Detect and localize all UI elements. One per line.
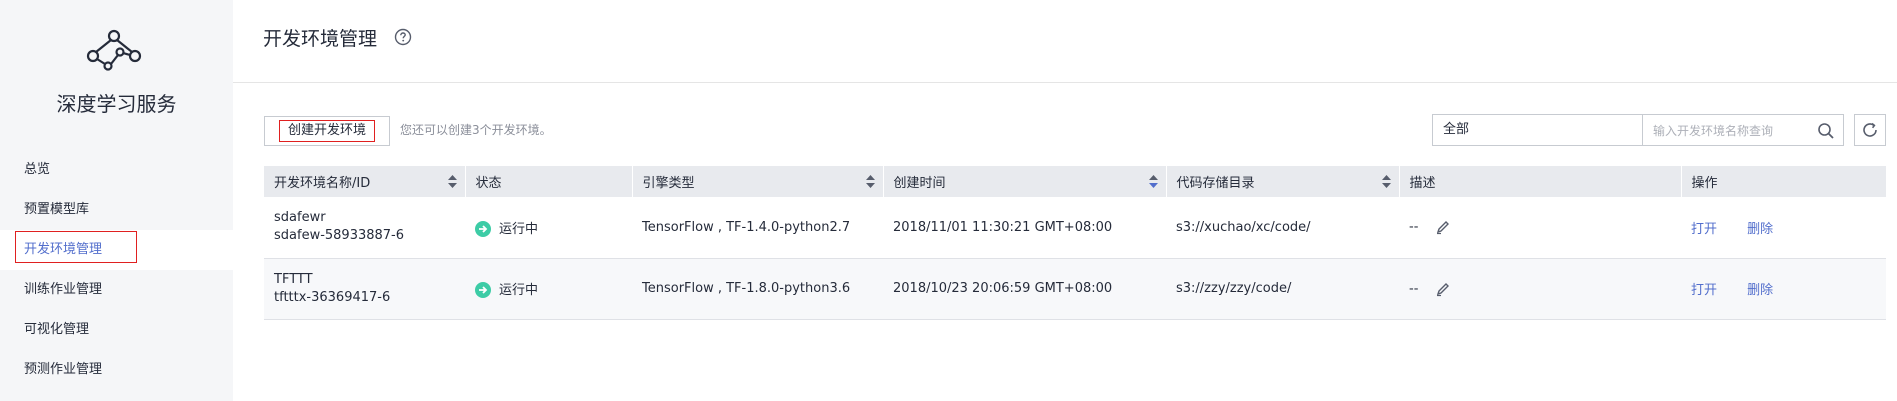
column-header-actions-label: 操作 [1691,176,1718,191]
column-header-status: 状态 [465,166,633,197]
column-header-created[interactable]: 创建时间 [883,166,1167,197]
open-link[interactable]: 打开 [1691,222,1717,237]
desc-text: -- [1409,281,1419,296]
status-running-icon [475,221,491,237]
cell-status: 运行中 [465,258,632,320]
column-header-engine[interactable]: 引擎类型 [632,166,884,197]
column-header-code-dir[interactable]: 代码存储目录 [1166,166,1400,197]
env-name: sdafewr [274,210,326,226]
sort-icon[interactable] [865,175,875,188]
table-row: TFTTT tftttx-36369417-6 运行中 TensorFlow ,… [264,258,1886,320]
delete-link[interactable]: 删除 [1747,222,1773,237]
page-title: 开发环境管理 [263,28,378,50]
cell-actions: 打开 删除 [1681,197,1886,259]
app: 深度学习服务 总览 预置模型库 开发环境管理 训练作业管理 可视化管理 预测作业… [0,0,1897,401]
sidebar-item-dev-env[interactable]: 开发环境管理 [0,230,233,270]
cell-created: 2018/11/01 11:30:21 GMT+08:00 [883,197,1166,259]
sidebar-nav: 总览 预置模型库 开发环境管理 训练作业管理 可视化管理 预测作业管理 [0,150,233,390]
open-link[interactable]: 打开 [1691,283,1717,298]
column-header-name[interactable]: 开发环境名称/ID [264,166,466,197]
cell-name: TFTTT tftttx-36369417-6 [264,258,465,320]
column-header-status-label: 状态 [475,176,502,191]
env-id: sdafew-58933887-6 [274,228,405,244]
create-quota-hint: 您还可以创建3个开发环境。 [400,123,552,137]
status-filter-value: 全部 [1443,122,1470,137]
cell-desc: -- [1399,197,1681,259]
search-icon[interactable] [1817,122,1835,140]
cell-status: 运行中 [465,197,632,259]
delete-link[interactable]: 删除 [1747,283,1773,298]
status-filter-select[interactable]: 全部 [1432,114,1665,146]
refresh-button[interactable] [1854,114,1886,146]
column-header-engine-label: 引擎类型 [642,176,695,191]
cell-actions: 打开 删除 [1681,258,1886,320]
dev-env-table: 开发环境名称/ID 状态 引擎类型 创建时间 代码存储目录 描述 操作 sdaf… [264,166,1887,320]
edit-icon[interactable] [1435,219,1451,235]
cell-code-dir: s3://xuchao/xc/code/ [1166,197,1399,259]
sidebar-item-prediction-jobs[interactable]: 预测作业管理 [0,350,233,390]
create-dev-env-label: 创建开发环境 [278,120,375,142]
cell-code-dir: s3://zzy/zzy/code/ [1166,258,1399,320]
sort-icon[interactable] [1148,175,1158,188]
sidebar: 深度学习服务 总览 预置模型库 开发环境管理 训练作业管理 可视化管理 预测作业… [0,0,233,401]
refresh-icon [1863,122,1877,137]
column-header-desc-label: 描述 [1409,176,1436,191]
sidebar-item-overview[interactable]: 总览 [0,150,233,190]
table-row: sdafewr sdafew-58933887-6 运行中 TensorFlow… [264,197,1886,259]
status-text: 运行中 [499,282,539,298]
help-icon[interactable] [394,28,412,46]
column-header-code-dir-label: 代码存储目录 [1176,176,1255,191]
column-header-created-label: 创建时间 [893,176,946,191]
env-id: tftttx-36369417-6 [274,289,391,305]
header-divider [233,82,1897,83]
sidebar-item-training-jobs[interactable]: 训练作业管理 [0,270,233,310]
column-header-name-label: 开发环境名称/ID [274,176,371,191]
search-input[interactable] [1653,121,1803,141]
cell-engine: TensorFlow , TF-1.8.0-python3.6 [632,258,883,320]
desc-text: -- [1409,219,1419,235]
cell-created: 2018/10/23 20:06:59 GMT+08:00 [883,258,1166,320]
table-header-row: 开发环境名称/ID 状态 引擎类型 创建时间 代码存储目录 描述 操作 [264,166,1887,197]
sort-icon[interactable] [1381,175,1391,188]
cell-desc: -- [1399,258,1681,320]
service-title: 深度学习服务 [56,92,177,116]
cell-engine: TensorFlow , TF-1.4.0-python2.7 [632,197,883,259]
status-text: 运行中 [499,221,539,237]
sidebar-item-model-library[interactable]: 预置模型库 [0,190,233,230]
sort-icon[interactable] [447,175,457,188]
cell-name: sdafewr sdafew-58933887-6 [264,197,465,259]
create-dev-env-button[interactable]: 创建开发环境 [264,116,390,146]
edit-icon[interactable] [1435,281,1451,297]
logo-icon [86,29,142,71]
column-header-actions: 操作 [1681,166,1887,197]
sidebar-item-visualization[interactable]: 可视化管理 [0,310,233,350]
search-box [1642,114,1844,146]
column-header-desc: 描述 [1399,166,1682,197]
env-name: TFTTT [274,271,313,287]
status-running-icon [475,282,491,299]
